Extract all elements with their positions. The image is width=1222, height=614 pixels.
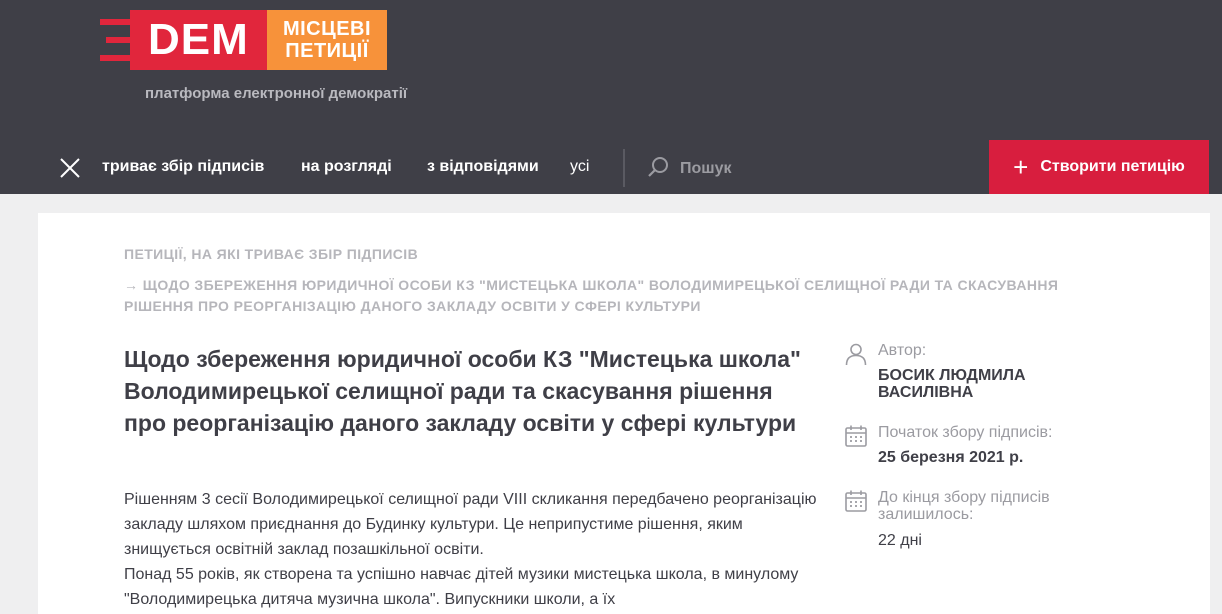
remaining-value: 22 дні bbox=[878, 532, 922, 549]
calendar-icon bbox=[844, 489, 868, 513]
close-icon[interactable] bbox=[58, 156, 82, 180]
plus-icon: + bbox=[1013, 152, 1029, 182]
petition-paragraph: Понад 55 років, як створена та успішно н… bbox=[124, 566, 799, 608]
nav-item-all[interactable]: усі bbox=[570, 158, 589, 176]
author-value: БОСИК ЛЮДМИЛА ВАСИЛІВНА bbox=[878, 367, 1026, 401]
create-petition-button[interactable]: + Створити петицію bbox=[989, 140, 1209, 194]
breadcrumb-current: → ЩОДО ЗБЕРЕЖЕННЯ ЮРИДИЧНОЇ ОСОБИ КЗ "МИ… bbox=[124, 277, 1059, 314]
nav-divider bbox=[623, 149, 625, 187]
site-tagline: платформа електронної демократії bbox=[145, 85, 408, 102]
logo-dem-text: DEM bbox=[130, 10, 267, 70]
start-date-label: Початок збору підписів: bbox=[878, 424, 1053, 441]
site-header: DEM МІСЦЕВІ ПЕТИЦІЇ платформа електронно… bbox=[0, 0, 1222, 194]
search-label: Пошук bbox=[680, 160, 732, 177]
nav-item-under-review[interactable]: на розгляді bbox=[301, 158, 392, 176]
search-input[interactable]: Пошук bbox=[646, 156, 732, 182]
logo-subtitle-line2: ПЕТИЦІЇ bbox=[285, 40, 369, 62]
nav-item-collecting[interactable]: триває збір підписів bbox=[102, 158, 264, 176]
start-date-value: 25 березня 2021 р. bbox=[878, 449, 1024, 466]
search-icon bbox=[646, 155, 670, 184]
nav-item-answered[interactable]: з відповідями bbox=[427, 158, 539, 176]
logo-subtitle: МІСЦЕВІ ПЕТИЦІЇ bbox=[267, 10, 387, 70]
main-nav: триває збір підписів на розгляді з відпо… bbox=[0, 140, 1222, 194]
petition-body: Рішенням 3 сесії Володимирецької селищно… bbox=[124, 487, 824, 612]
author-label: Автор: bbox=[878, 342, 927, 359]
user-icon bbox=[844, 342, 868, 366]
logo-subtitle-line1: МІСЦЕВІ bbox=[282, 18, 372, 40]
calendar-icon bbox=[844, 424, 868, 448]
breadcrumb-parent[interactable]: ПЕТИЦІЇ, НА ЯКІ ТРИВАЄ ЗБІР ПІДПИСІВ bbox=[124, 246, 418, 262]
petition-paragraph: Рішенням 3 сесії Володимирецької селищно… bbox=[124, 491, 817, 558]
remaining-label: До кінця збору підписів залишилось: bbox=[878, 489, 1050, 523]
create-petition-label: Створити петицію bbox=[1040, 158, 1185, 175]
petition-title: Щодо збереження юридичної особи КЗ "Мист… bbox=[124, 346, 801, 436]
